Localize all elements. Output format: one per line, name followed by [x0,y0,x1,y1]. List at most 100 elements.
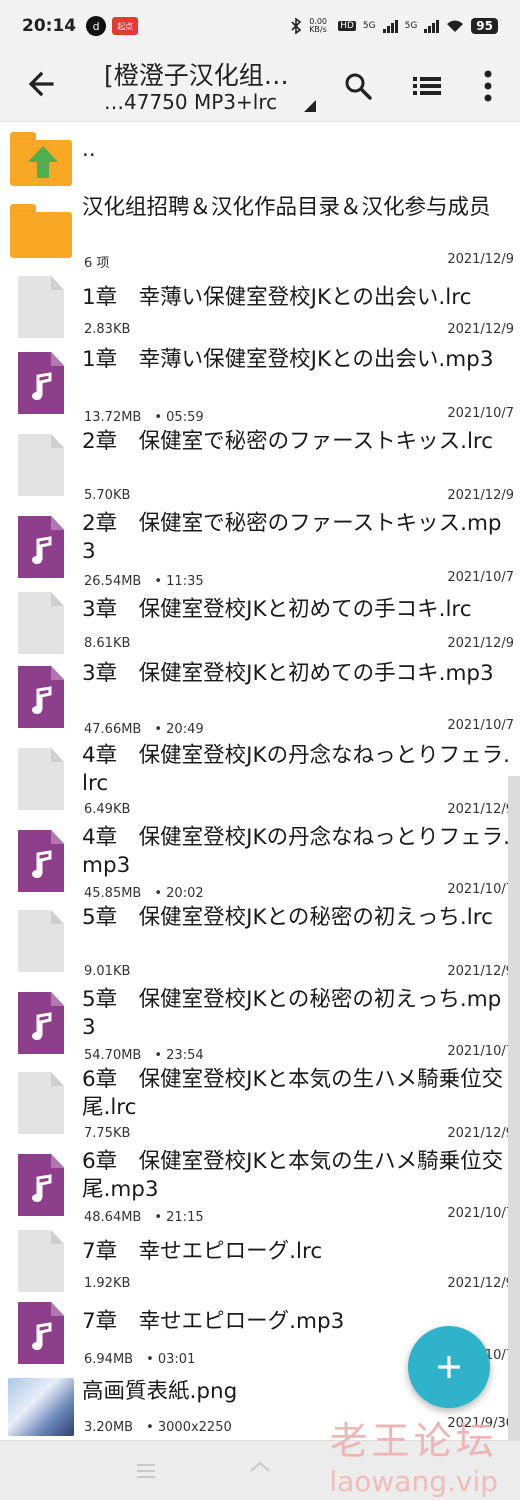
list-item-file[interactable]: 5章 保健室登校JKとの秘密の初えっち.mp3 54.70MB • 23:54 … [0,986,520,1064]
text-file-icon [8,748,74,814]
file-size-duration: 45.85MB • 20:02 [84,886,204,901]
home-icon[interactable] [248,1459,272,1483]
file-name: 3章 保健室登校JKと初めての手コキ.lrc [82,597,472,622]
list-item-file[interactable]: 4章 保健室登校JKの丹念なねっとりフェラ.lrc 6.49KB 2021/12… [0,742,520,820]
file-name: 4章 保健室登校JKの丹念なねっとりフェラ.lrc [82,743,510,796]
file-name: 汉化组招聘＆汉化作品目录＆汉化参与成员 [82,195,491,220]
status-bar: 20:14 d 起点 0.00 KB/s HD 5G 5G 95 [0,0,520,52]
file-size: 1.92KB [84,1276,131,1291]
text-file-icon [8,276,74,342]
list-item-file[interactable]: 1章 幸薄い保健室登校JKとの出会い.lrc 2.83KB 2021/12/9 [0,274,520,342]
hd-icon: HD [338,21,356,31]
list-item-file[interactable]: 6章 保健室登校JKと本気の生ハメ騎乗位交尾.mp3 48.64MB • 21:… [0,1148,520,1226]
dropdown-triangle-icon[interactable] [304,100,316,112]
music-file-icon [8,992,74,1058]
search-icon [345,73,372,100]
file-list: .. 汉化组招聘＆汉化作品目录＆汉化参与成员 6 项 2021/12/9 1章 … [0,124,520,1440]
file-name: 5章 保健室登校JKとの秘密の初えっち.lrc [82,905,493,930]
signal-2-icon [424,19,440,33]
status-right-icons: 0.00 KB/s HD 5G 5G 95 [290,18,498,34]
watermark: 老王论坛 laowang.vip [329,1410,498,1498]
list-item-parent-folder[interactable]: .. [0,124,520,188]
list-item-file[interactable]: 2章 保健室で秘密のファーストキッス.lrc 5.70KB 2021/12/9 [0,428,520,506]
folder-title: [橙澄子汉化组… [104,61,289,90]
file-size: 6.49KB [84,802,131,817]
file-size: 8.61KB [84,636,131,651]
arrow-left-icon [28,71,54,97]
recent-apps-icon[interactable] [134,1459,158,1483]
text-file-icon [8,434,74,500]
plus-icon [438,1356,460,1378]
file-name: 2章 保健室で秘密のファーストキッス.lrc [82,429,494,454]
modified-date: 2021/12/9 [447,1126,514,1141]
list-item-file[interactable]: 4章 保健室登校JKの丹念なねっとりフェラ.mp3 45.85MB • 20:0… [0,824,520,902]
music-file-icon [8,1302,74,1368]
watermark-cn: 老王论坛 [329,1419,498,1463]
list-item-file[interactable]: 5章 保健室登校JKとの秘密の初えっち.lrc 9.01KB 2021/12/9 [0,904,520,982]
search-button[interactable] [336,64,380,108]
list-view-icon [413,77,441,95]
file-size: 2.83KB [84,322,131,337]
music-file-icon [8,516,74,582]
music-file-icon [8,666,74,732]
modified-date: 2021/12/9 [447,964,514,979]
modified-date: 2021/12/9 [447,322,514,337]
file-size-duration: 54.70MB • 23:54 [84,1048,204,1063]
list-item-file[interactable]: 7章 幸せエピローグ.lrc 1.92KB 2021/12/9 [0,1228,520,1296]
file-size-duration: 6.94MB • 03:01 [84,1352,196,1367]
modified-date: 2021/10/7 [447,718,514,733]
file-name: 6章 保健室登校JKと本気の生ハメ騎乗位交尾.lrc [82,1067,504,1120]
signal-1-icon [382,19,398,33]
back-button[interactable] [22,64,62,104]
more-options-button[interactable] [466,64,510,108]
file-name: 6章 保健室登校JKと本気の生ハメ騎乗位交尾.mp3 [82,1149,504,1202]
modified-date: 2021/10/7 [447,882,514,897]
modified-date: 2021/12/9 [447,636,514,651]
list-item-file[interactable]: 3章 保健室登校JKと初めての手コキ.mp3 47.66MB • 20:49 2… [0,660,520,738]
text-file-icon [8,592,74,658]
list-item-file[interactable]: 3章 保健室登校JKと初めての手コキ.lrc 8.61KB 2021/12/9 [0,590,520,658]
file-name: .. [82,137,96,162]
file-size-duration: 48.64MB • 21:15 [84,1210,204,1225]
file-name: 1章 幸薄い保健室登校JKとの出会い.mp3 [82,347,494,372]
folder-icon [8,200,74,266]
watermark-en: laowang.vip [329,1465,498,1498]
file-size-duration: 47.66MB • 20:49 [84,722,204,737]
file-size: 5.70KB [84,488,131,503]
file-name: 4章 保健室登校JKの丹念なねっとりフェラ.mp3 [82,825,510,878]
file-size-duration: 26.54MB • 11:35 [84,574,204,589]
file-size-duration: 13.72MB • 05:59 [84,410,204,425]
app-toolbar: [橙澄子汉化组… …47750 MP3+lrc [0,52,520,122]
file-name: 5章 保健室登校JKとの秘密の初えっち.mp3 [82,987,502,1040]
text-file-icon [8,1072,74,1138]
file-size-dimensions: 3.20MB • 3000x2250 [84,1420,232,1435]
music-file-icon [8,352,74,418]
file-name: 3章 保健室登校JKと初めての手コキ.mp3 [82,661,494,686]
music-file-icon [8,1154,74,1220]
add-fab-button[interactable] [408,1326,490,1408]
file-name: 2章 保健室で秘密のファーストキッス.mp3 [82,511,502,564]
modified-date: 2021/12/9 [447,252,514,267]
scrollbar-thumb[interactable] [508,776,520,1440]
modified-date: 2021/10/7 [447,1206,514,1221]
text-file-icon [8,1230,74,1296]
modified-date: 2021/12/9 [447,802,514,817]
music-file-icon [8,830,74,896]
wifi-icon [447,20,464,32]
file-name: 7章 幸せエピローグ.lrc [82,1239,323,1264]
view-mode-button[interactable] [405,64,449,108]
list-item-file[interactable]: 2章 保健室で秘密のファーストキッス.mp3 26.54MB • 11:35 2… [0,510,520,589]
file-size: 9.01KB [84,964,131,979]
tiktok-notification-icon: d [86,16,107,36]
modified-date: 2021/10/7 [447,406,514,421]
modified-date: 2021/12/9 [447,1276,514,1291]
list-item-file[interactable]: 6章 保健室登校JKと本気の生ハメ騎乗位交尾.lrc 7.75KB 2021/1… [0,1066,520,1144]
item-count: 6 项 [84,256,110,271]
folder-subtitle[interactable]: …47750 MP3+lrc [104,90,334,114]
list-item-file[interactable]: 1章 幸薄い保健室登校JKとの出会い.mp3 13.72MB • 05:59 2… [0,346,520,425]
more-vert-icon [484,70,492,102]
file-name: 1章 幸薄い保健室登校JKとの出会い.lrc [82,285,472,310]
list-item-folder[interactable]: 汉化组招聘＆汉化作品目录＆汉化参与成员 6 项 2021/12/9 [0,194,520,274]
text-file-icon [8,910,74,976]
modified-date: 2021/12/9 [447,488,514,503]
